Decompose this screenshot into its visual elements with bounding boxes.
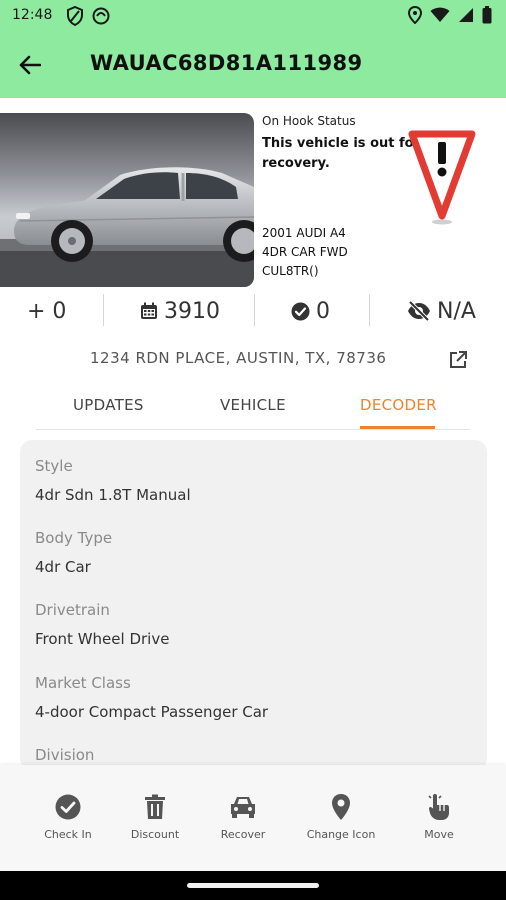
- check-circle-icon: [55, 794, 81, 820]
- field-value: 4-door Compact Passenger Car: [35, 703, 269, 721]
- tab-vehicle[interactable]: VEHICLE: [220, 396, 286, 414]
- address-row: 1234 RDN PLACE, AUSTIN, TX, 78736: [0, 346, 506, 372]
- notification-app-icon: [92, 6, 110, 30]
- field-label: Drivetrain: [35, 601, 110, 619]
- vpn-shield-icon: [66, 5, 84, 30]
- field-label: Market Class: [35, 674, 131, 692]
- stat-add[interactable]: + 0: [27, 292, 66, 330]
- stat-divider: [369, 294, 370, 326]
- wifi-icon: [430, 7, 450, 27]
- status-time: 12:48: [12, 7, 53, 23]
- nav-label: Check In: [44, 828, 92, 841]
- eye-off-icon: [408, 301, 430, 321]
- move-button[interactable]: Move: [394, 793, 484, 841]
- back-button[interactable]: [14, 49, 46, 81]
- field-label: Style: [35, 457, 73, 475]
- open-in-new-icon: [450, 351, 467, 368]
- stat-add-value: + 0: [27, 298, 67, 324]
- on-hook-label: On Hook Status: [262, 114, 356, 128]
- recover-button[interactable]: Recover: [198, 793, 288, 841]
- location-icon: [407, 5, 423, 28]
- detail-tabs: UPDATES VEHICLE DECODER: [36, 388, 470, 430]
- stat-visibility-value: N/A: [437, 298, 476, 324]
- signal-icon: [458, 7, 474, 27]
- status-bar: 12:48: [0, 0, 506, 32]
- silver-sedan-photo: [0, 113, 254, 287]
- decoder-card[interactable]: Style 4dr Sdn 1.8T Manual Body Type 4dr …: [20, 440, 487, 770]
- hand-pointer-icon: [428, 794, 449, 820]
- tab-decoder[interactable]: DECODER: [360, 396, 437, 414]
- decoder-field: Division: [35, 746, 94, 764]
- decoder-field: Style 4dr Sdn 1.8T Manual: [35, 457, 191, 504]
- vehicle-photo[interactable]: [0, 113, 254, 287]
- address-text: 1234 RDN PLACE, AUSTIN, TX, 78736: [90, 349, 387, 367]
- field-label: Division: [35, 746, 95, 764]
- nav-label: Recover: [220, 828, 266, 841]
- vehicle-description: 2001 AUDI A4 4DR CAR FWD CUL8TR(): [262, 224, 348, 281]
- nav-label: Move: [424, 828, 454, 841]
- tab-updates[interactable]: UPDATES: [73, 396, 144, 414]
- battery-icon: [482, 6, 492, 28]
- stat-calendar-value: 3910: [164, 298, 220, 324]
- on-hook-block: On Hook Status This vehicle is out for r…: [262, 114, 432, 174]
- field-value: 4dr Car: [35, 558, 91, 576]
- stat-checks-value: 0: [316, 298, 330, 324]
- stat-divider: [103, 294, 104, 326]
- calendar-icon: [141, 302, 157, 319]
- check-circle-icon: [291, 302, 310, 320]
- warning-yield-icon: [408, 130, 476, 225]
- stats-row: + 0 3910 0 N/A: [0, 292, 506, 330]
- nav-label: Change Icon: [306, 828, 376, 841]
- nav-label: Discount: [130, 828, 180, 841]
- field-value: 4dr Sdn 1.8T Manual: [35, 486, 191, 504]
- vehicle-plate: CUL8TR(): [262, 264, 319, 278]
- map-pin-icon: [332, 794, 350, 820]
- trash-icon: [145, 794, 165, 819]
- check-in-button[interactable]: Check In: [23, 793, 113, 841]
- field-label: Body Type: [35, 529, 113, 547]
- stat-calendar[interactable]: 3910: [140, 292, 220, 330]
- field-value: Front Wheel Drive: [35, 630, 170, 648]
- app-bar: WAUAC68D81A111989: [0, 32, 506, 98]
- decoder-field: Drivetrain Front Wheel Drive: [35, 601, 169, 648]
- tab-active-indicator: [360, 426, 435, 429]
- vehicle-body: 4DR CAR FWD: [262, 245, 348, 259]
- stat-visibility[interactable]: N/A: [407, 292, 476, 330]
- car-icon: [231, 797, 255, 818]
- arrow-left-icon: [19, 55, 41, 75]
- vehicle-year-make-model: 2001 AUDI A4: [262, 226, 346, 240]
- stat-divider: [254, 294, 255, 326]
- decoder-field: Body Type 4dr Car: [35, 529, 112, 576]
- change-icon-button[interactable]: Change Icon: [296, 793, 386, 841]
- stat-checks[interactable]: 0: [291, 292, 330, 330]
- bottom-action-bar: Check In Discount Recover Change Icon Mo…: [0, 765, 506, 871]
- system-gesture-bar: [0, 871, 506, 900]
- decoder-field: Market Class 4-door Compact Passenger Ca…: [35, 674, 268, 721]
- discount-button[interactable]: Discount: [110, 793, 200, 841]
- home-gesture-handle[interactable]: [187, 883, 319, 888]
- open-address-button[interactable]: [449, 351, 467, 373]
- vin-title: WAUAC68D81A111989: [90, 51, 363, 75]
- on-hook-status: This vehicle is out for recovery.: [262, 136, 420, 171]
